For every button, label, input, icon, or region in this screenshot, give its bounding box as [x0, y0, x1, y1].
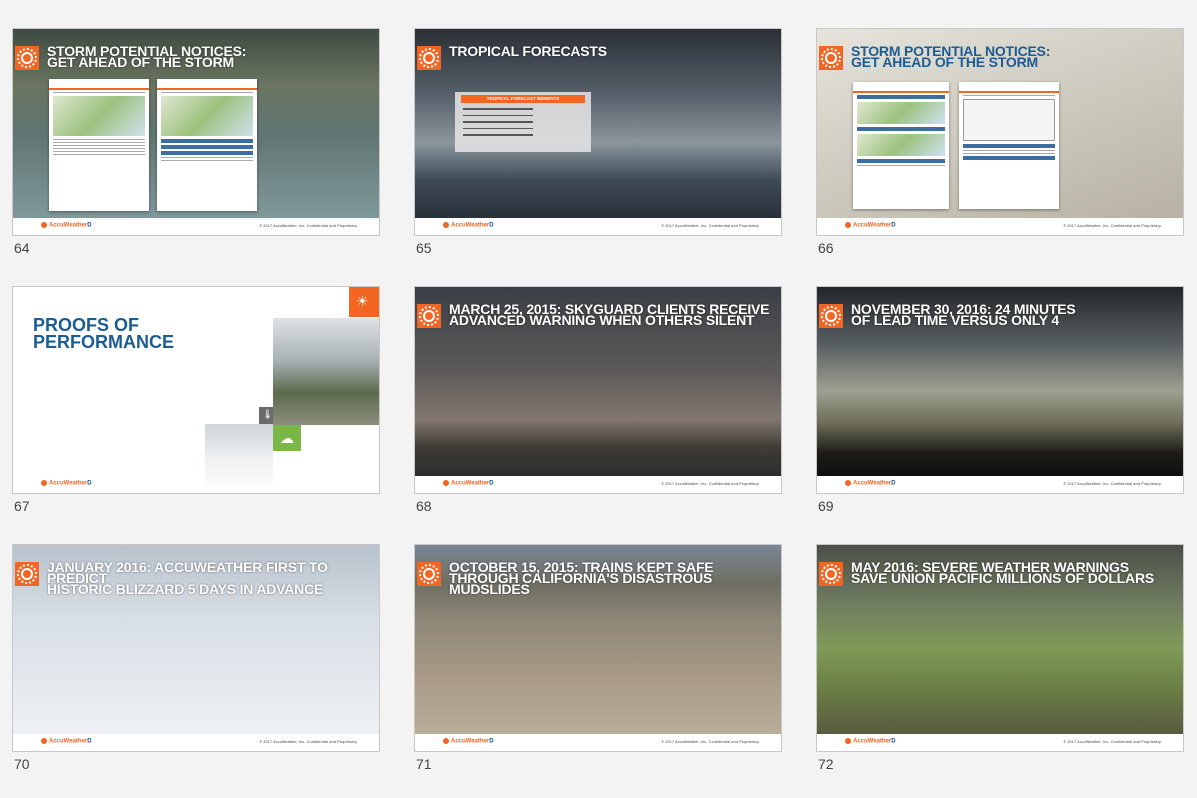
slide-footer: AccuWeatherD © 2017 AccuWeather, Inc. Co… — [817, 734, 1183, 751]
sun-icon — [819, 46, 843, 70]
slide-title: PROOFS OF PERFORMANCE — [33, 315, 175, 352]
sun-icon — [417, 46, 441, 70]
slide-title: TROPICAL FORECASTS — [449, 43, 607, 59]
slide-number: 66 — [818, 240, 834, 256]
accuweather-logo: AccuWeatherD — [845, 738, 896, 745]
copyright-text: © 2017 AccuWeather, Inc. Confidential an… — [1063, 740, 1161, 744]
slide-footer: AccuWeatherD © 2017 AccuWeather, Inc. Co… — [817, 476, 1183, 493]
sun-icon — [417, 562, 441, 586]
copyright-text: © 2017 AccuWeather, Inc. Confidential an… — [259, 224, 357, 228]
slide-title: STORM POTENTIAL NOTICES: GET AHEAD OF THE… — [851, 43, 1051, 70]
slide-number: 71 — [416, 756, 432, 772]
slide-thumbnail-65[interactable]: TROPICAL FORECAST BENEFITS TROPICAL FORE… — [414, 28, 782, 258]
sun-icon — [819, 562, 843, 586]
slide-thumbnail-72[interactable]: MAY 2016: SEVERE WEATHER WARNINGS SAVE UN… — [816, 544, 1184, 774]
accuweather-logo: AccuWeatherD — [41, 738, 92, 745]
slide-preview[interactable]: OCTOBER 15, 2015: TRAINS KEPT SAFE THROUG… — [414, 544, 782, 752]
slide-title: NOVEMBER 30, 2016: 24 MINUTES OF LEAD TIM… — [851, 301, 1076, 328]
thermometer-icon: 🌡 — [259, 407, 273, 424]
slide-number: 68 — [416, 498, 432, 514]
slide-preview[interactable]: MARCH 25, 2015: SKYGUARD CLIENTS RECEIVE… — [414, 286, 782, 494]
accuweather-logo: AccuWeatherD — [845, 480, 896, 487]
notice-document — [49, 79, 149, 211]
slide-thumbnail-69[interactable]: NOVEMBER 30, 2016: 24 MINUTES OF LEAD TIM… — [816, 286, 1184, 516]
slide-thumbnail-64[interactable]: STORM POTENTIAL NOTICES: GET AHEAD OF THE… — [12, 28, 380, 258]
slide-preview[interactable]: PROOFS OF PERFORMANCE ☀ 🌡 ☁ AccuWeatherD — [12, 286, 380, 494]
cloud-sun-icon: ☁ — [273, 425, 301, 451]
slide-preview[interactable]: STORM POTENTIAL NOTICES: GET AHEAD OF THE… — [816, 28, 1184, 236]
slide-title: JANUARY 2016: ACCUWEATHER FIRST TO PREDI… — [47, 559, 328, 597]
slide-footer: AccuWeatherD © 2017 AccuWeather, Inc. Co… — [13, 734, 379, 751]
slide-preview[interactable]: STORM POTENTIAL NOTICES: GET AHEAD OF THE… — [12, 28, 380, 236]
slide-title: OCTOBER 15, 2015: TRAINS KEPT SAFE THROUG… — [449, 559, 714, 597]
sun-icon — [15, 46, 39, 70]
copyright-text: © 2017 AccuWeather, Inc. Confidential an… — [1063, 482, 1161, 486]
slide-footer: AccuWeatherD © 2017 AccuWeather, Inc. Co… — [415, 476, 781, 493]
copyright-text: © 2017 AccuWeather, Inc. Confidential an… — [259, 740, 357, 744]
slide-thumbnail-71[interactable]: OCTOBER 15, 2015: TRAINS KEPT SAFE THROUG… — [414, 544, 782, 774]
copyright-text: © 2017 AccuWeather, Inc. Confidential an… — [661, 482, 759, 486]
slide-footer: AccuWeatherD © 2017 AccuWeather, Inc. Co… — [415, 218, 781, 235]
accuweather-logo: AccuWeatherD — [443, 480, 494, 487]
slide-thumbnail-70[interactable]: JANUARY 2016: ACCUWEATHER FIRST TO PREDI… — [12, 544, 380, 774]
slide-footer: AccuWeatherD © 2017 AccuWeather, Inc. Co… — [13, 218, 379, 235]
slide-preview[interactable]: JANUARY 2016: ACCUWEATHER FIRST TO PREDI… — [12, 544, 380, 752]
slide-title: MAY 2016: SEVERE WEATHER WARNINGS SAVE UN… — [851, 559, 1154, 586]
slide-thumbnail-67[interactable]: PROOFS OF PERFORMANCE ☀ 🌡 ☁ AccuWeatherD … — [12, 286, 380, 516]
sun-icon — [417, 304, 441, 328]
storm-palms-photo — [273, 318, 379, 425]
partly-sunny-icon: ☀ — [349, 287, 379, 317]
slide-footer: AccuWeatherD © 2017 AccuWeather, Inc. Co… — [817, 218, 1183, 235]
copyright-text: © 2017 AccuWeather, Inc. Confidential an… — [1063, 224, 1161, 228]
slide-number: 70 — [14, 756, 30, 772]
slide-title: MARCH 25, 2015: SKYGUARD CLIENTS RECEIVE… — [449, 301, 770, 328]
accuweather-logo: AccuWeatherD — [41, 480, 92, 487]
accuweather-logo: AccuWeatherD — [845, 222, 896, 229]
warning-document — [959, 82, 1059, 209]
sun-icon — [819, 304, 843, 328]
slide-title: STORM POTENTIAL NOTICES: GET AHEAD OF THE… — [47, 43, 247, 70]
slide-preview[interactable]: MAY 2016: SEVERE WEATHER WARNINGS SAVE UN… — [816, 544, 1184, 752]
copyright-text: © 2017 AccuWeather, Inc. Confidential an… — [661, 224, 759, 228]
accuweather-logo: AccuWeatherD — [443, 222, 494, 229]
slide-preview[interactable]: TROPICAL FORECAST BENEFITS TROPICAL FORE… — [414, 28, 782, 236]
slide-number: 69 — [818, 498, 834, 514]
accuweather-logo: AccuWeatherD — [443, 738, 494, 745]
slide-number: 64 — [14, 240, 30, 256]
benefits-box: TROPICAL FORECAST BENEFITS — [455, 92, 591, 152]
slide-number: 65 — [416, 240, 432, 256]
copyright-text: © 2017 AccuWeather, Inc. Confidential an… — [661, 740, 759, 744]
accuweather-logo: AccuWeatherD — [41, 222, 92, 229]
slide-preview[interactable]: NOVEMBER 30, 2016: 24 MINUTES OF LEAD TIM… — [816, 286, 1184, 494]
slide-thumbnail-66[interactable]: STORM POTENTIAL NOTICES: GET AHEAD OF THE… — [816, 28, 1184, 258]
slide-footer: AccuWeatherD — [13, 476, 379, 493]
slide-number: 72 — [818, 756, 834, 772]
slide-thumbnail-68[interactable]: MARCH 25, 2015: SKYGUARD CLIENTS RECEIVE… — [414, 286, 782, 516]
slide-footer: AccuWeatherD © 2017 AccuWeather, Inc. Co… — [415, 734, 781, 751]
notice-document — [157, 79, 257, 211]
warning-document — [853, 82, 949, 209]
slide-number: 67 — [14, 498, 30, 514]
sun-icon — [15, 562, 39, 586]
